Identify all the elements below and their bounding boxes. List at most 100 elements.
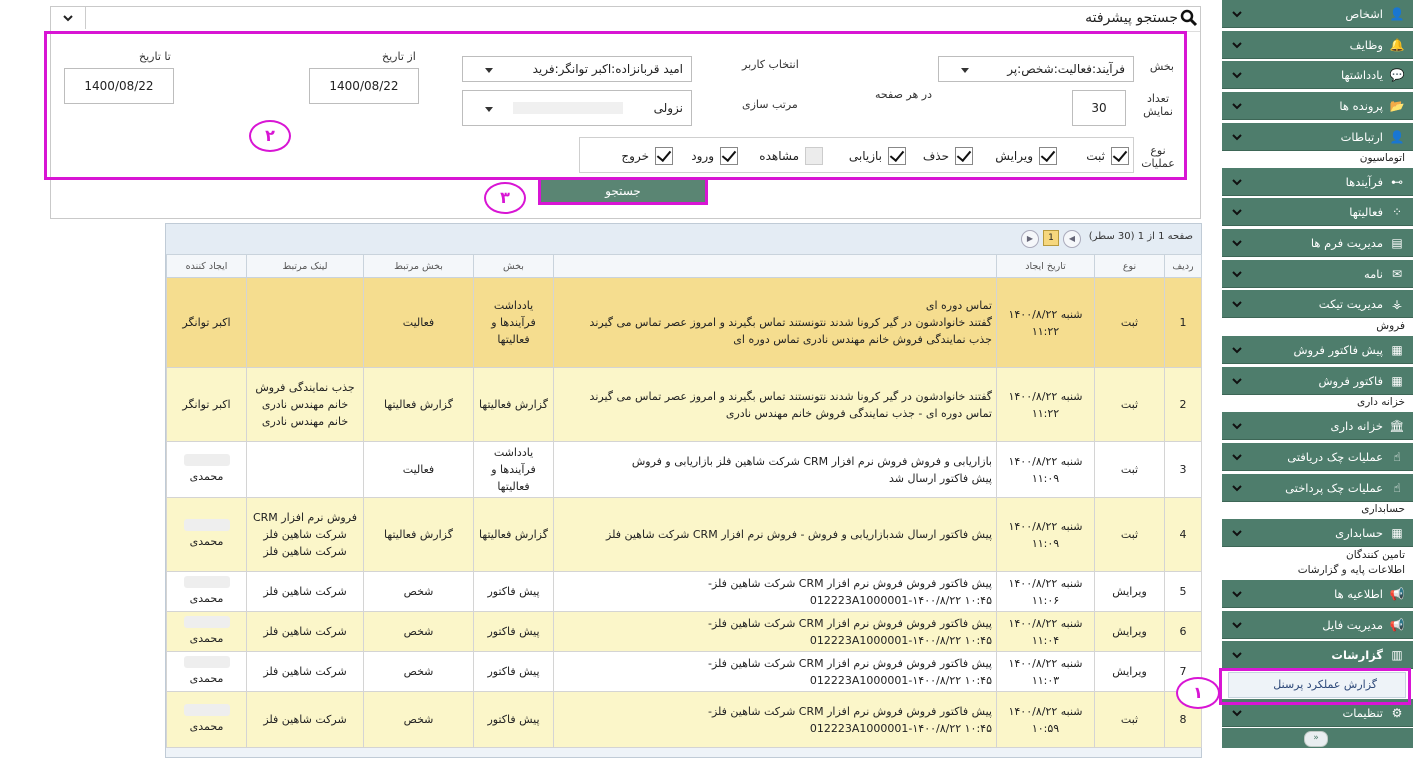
row-section: پیش فاکتور xyxy=(473,651,554,692)
checkbox[interactable] xyxy=(1039,147,1057,165)
column-header[interactable] xyxy=(553,254,997,278)
search-button[interactable]: جستجو xyxy=(538,177,708,205)
person-icon: 👤 xyxy=(1389,129,1405,144)
column-header[interactable]: لینک مرتبط xyxy=(246,254,364,278)
chevron-down-icon xyxy=(1232,239,1242,246)
column-header[interactable]: ردیف xyxy=(1164,254,1202,278)
table-row[interactable]: 7 ویرایش شنبه ۱۴۰۰/۸/۲۲ ۱۱:۰۳ پیش فاکتور فر… xyxy=(166,651,1202,692)
next-page-icon[interactable]: ▶ xyxy=(1021,230,1039,248)
to-date-label: تا تاریخ xyxy=(139,50,171,63)
sidebar-item-14[interactable]: ☝ عملیات چک پرداختی xyxy=(1222,474,1413,502)
comment-icon: 💬 xyxy=(1389,67,1405,82)
row-creator: اکبر توانگر xyxy=(166,367,247,442)
checkbox[interactable] xyxy=(955,147,973,165)
to-date-input[interactable]: 1400/08/22 xyxy=(64,68,174,104)
sidebar-item-0[interactable]: 👤 اشخاص xyxy=(1222,0,1413,28)
sidebar-item-10[interactable]: ▦ پیش فاکتور فروش xyxy=(1222,336,1413,364)
sidebar-item-3[interactable]: 📂 پرونده ها xyxy=(1222,92,1413,120)
sidebar-item-4[interactable]: 👤 ارتباطات xyxy=(1222,123,1413,151)
checkbox[interactable] xyxy=(888,147,906,165)
sidebar-item-12[interactable]: 🏛 خزانه داری xyxy=(1222,412,1413,440)
checkbox[interactable] xyxy=(1111,147,1129,165)
sidebar-item-16[interactable]: 📢 اطلاعیه ها xyxy=(1222,580,1413,608)
row-related-link[interactable]: جذب نمایندگی فروش خانم مهندس نادری خانم … xyxy=(246,367,364,442)
checkbox[interactable] xyxy=(720,147,738,165)
row-date: شنبه ۱۴۰۰/۸/۲۲ ۱۱:۰۴ xyxy=(996,611,1095,652)
chevron-down-icon xyxy=(1232,453,1242,460)
operation-option[interactable]: ویرایش xyxy=(995,146,1057,166)
user-select[interactable]: امید قربانزاده:اکبر توانگر:فرید xyxy=(462,56,692,82)
column-header[interactable]: بخش مرتبط xyxy=(363,254,474,278)
sidebar-item-label: 🔔 وظایف xyxy=(1350,38,1405,52)
sidebar-item-17[interactable]: 📢 مدیریت فایل xyxy=(1222,611,1413,639)
column-header[interactable]: نوع xyxy=(1094,254,1165,278)
table-row[interactable]: 6 ویرایش شنبه ۱۴۰۰/۸/۲۲ ۱۱:۰۴ پیش فاکتور فر… xyxy=(166,611,1202,652)
operation-option[interactable]: حذف xyxy=(923,146,973,166)
sidebar-item-5[interactable]: ⊶ فرآیندها xyxy=(1222,168,1413,196)
operation-option[interactable]: ورود xyxy=(691,146,738,166)
sidebar-item-text: یادداشتها xyxy=(1340,67,1383,82)
from-date-input[interactable]: 1400/08/22 xyxy=(309,68,419,104)
callout-3: ۳ xyxy=(484,182,526,214)
table-row[interactable]: 3 ثبت شنبه ۱۴۰۰/۸/۲۲ ۱۱:۰۹ بازاریابی و فروش… xyxy=(166,441,1202,498)
column-header[interactable]: ایجاد کننده xyxy=(166,254,247,278)
row-related-link[interactable] xyxy=(246,277,364,368)
row-related-link[interactable]: شرکت شاهین فلز xyxy=(246,691,364,748)
collapse-sidebar-icon[interactable]: » xyxy=(1304,731,1328,747)
sidebar-item-label: 🏛 خزانه داری xyxy=(1330,419,1405,433)
sidebar-item-7[interactable]: ▤ مدیریت فرم ها xyxy=(1222,229,1413,257)
chevron-down-icon xyxy=(1232,133,1242,140)
row-number: 2 xyxy=(1164,367,1202,442)
operation-option[interactable]: ثبت xyxy=(1086,146,1129,166)
hand-money-icon: ☝ xyxy=(1393,480,1401,495)
operation-option[interactable]: خروج xyxy=(621,146,673,166)
row-note: پیش فاکتور ارسال شد xyxy=(889,471,992,485)
sidebar-item-6[interactable]: ⁘ فعالیتها xyxy=(1222,198,1413,226)
gear-icon: ⚙ xyxy=(1391,705,1403,720)
sidebar-item-11[interactable]: ▦ فاکتور فروش xyxy=(1222,367,1413,395)
operation-option[interactable]: بازیابی xyxy=(849,146,906,166)
sidebar-item-2[interactable]: 💬 یادداشتها xyxy=(1222,61,1413,89)
table-row[interactable]: 5 ویرایش شنبه ۱۴۰۰/۸/۲۲ ۱۱:۰۶ پیش فاکتور فر… xyxy=(166,571,1202,612)
sidebar-item-15[interactable]: ▦ حسابداری xyxy=(1222,519,1413,547)
sidebar-item-8[interactable]: ✉ نامه xyxy=(1222,260,1413,288)
sidebar-item-label: ⊶ فرآیندها xyxy=(1346,175,1405,189)
row-related-link[interactable]: شرکت شاهین فلز xyxy=(246,611,364,652)
column-header[interactable]: بخش xyxy=(473,254,554,278)
sidebar-item-label: ▤ مدیریت فرم ها xyxy=(1311,236,1405,250)
table-row[interactable]: 4 ثبت شنبه ۱۴۰۰/۸/۲۲ ۱۱:۰۹ پیش فاکتور ارسال… xyxy=(166,497,1202,572)
chevron-down-icon xyxy=(1232,377,1242,384)
operation-option[interactable]: مشاهده xyxy=(759,146,823,166)
section-select[interactable]: فرآیند:فعالیت:شخص:پر xyxy=(938,56,1134,82)
row-related-link[interactable]: شرکت شاهین فلز xyxy=(246,571,364,612)
sidebar-item-13[interactable]: ☝ عملیات چک دریافتی xyxy=(1222,443,1413,471)
panel-collapse-toggle[interactable] xyxy=(51,7,86,29)
row-related-link[interactable]: فروش نرم افزار CRM شرکت شاهین فلز شرکت ش… xyxy=(246,497,364,572)
page-number[interactable]: 1 xyxy=(1043,230,1059,246)
table-row[interactable]: 8 ثبت شنبه ۱۴۰۰/۸/۲۲ ۱۰:۵۹ پیش فاکتور فروش … xyxy=(166,691,1202,748)
redacted-area xyxy=(183,656,230,668)
sidebar-item-9[interactable]: ⚶ مدیریت تیکت xyxy=(1222,290,1413,318)
row-desc-text: پیش فاکتور فروش فروش نرم افزار CRM شرکت … xyxy=(707,616,992,647)
table-row[interactable]: 1 ثبت شنبه ۱۴۰۰/۸/۲۲ ۱۱:۲۲ تماس دوره ای گفتن… xyxy=(166,277,1202,368)
sort-select[interactable]: نزولی xyxy=(462,90,692,126)
chevron-down-icon xyxy=(63,15,73,22)
row-desc-text: بازاریابی و فروش فروش نرم افزار CRM شرکت… xyxy=(631,454,992,468)
row-type: ثبت xyxy=(1094,691,1165,748)
creator-name: اکبر توانگر xyxy=(182,316,231,329)
row-related-link[interactable] xyxy=(246,441,364,498)
column-header[interactable]: تاریخ ایجاد xyxy=(996,254,1095,278)
checkbox[interactable] xyxy=(655,147,673,165)
advanced-search-panel: جستجو پیشرفته بخش فرآیند:فعالیت:شخص:پر ا… xyxy=(44,6,1201,219)
sidebar-item-1[interactable]: 🔔 وظایف xyxy=(1222,31,1413,59)
table-row[interactable]: 2 ثبت شنبه ۱۴۰۰/۸/۲۲ ۱۱:۲۲ گفتند خانوادشون … xyxy=(166,367,1202,442)
prev-page-icon[interactable]: ◀ xyxy=(1063,230,1081,248)
row-section: پیش فاکتور xyxy=(473,611,554,652)
count-input[interactable]: 30 xyxy=(1072,90,1126,126)
sidebar: 👤 اشخاص 🔔 وظایف 💬 یادداشتها 📂 پرونده ها 👤 ارتباطا… xyxy=(1222,0,1413,758)
sidebar-item-18[interactable]: ▥ گزارشات xyxy=(1222,641,1413,669)
row-related-link[interactable]: شرکت شاهین فلز xyxy=(246,651,364,692)
row-creator: محمدی xyxy=(166,571,247,612)
checkbox[interactable] xyxy=(805,147,823,165)
row-related-section: شخص xyxy=(363,651,474,692)
